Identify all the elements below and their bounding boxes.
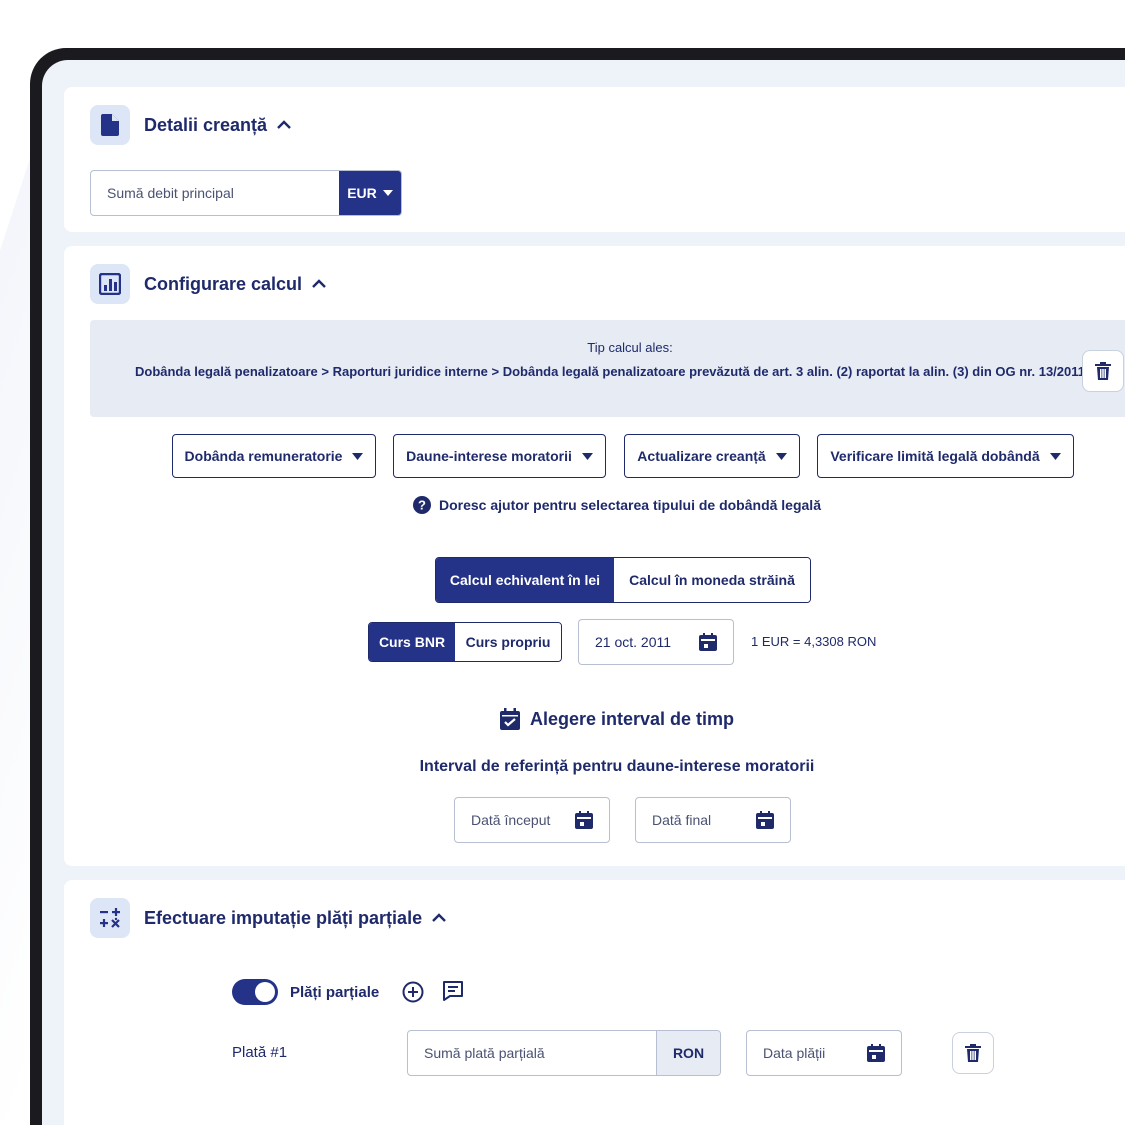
help-link[interactable]: ? Doresc ajutor pentru selectarea tipulu… [64,496,1125,514]
device-frame: Detalii creanță Sumă debit principal EUR… [30,48,1125,1125]
dropdown-remuneratory-interest[interactable]: Dobânda remuneratorie [172,434,376,478]
delete-payment-button[interactable] [952,1032,994,1074]
interval-title: Alegere interval de timp [64,708,1125,730]
calculator-icon [90,898,130,938]
dropdown-claim-update[interactable]: Actualizare creanță [624,434,800,478]
calc-config-title: Configurare calcul [144,273,303,294]
start-date-input[interactable]: Dată început [454,797,610,843]
exchange-rate-value: 1 EUR = 4,3308 RON [751,634,877,649]
partial-payments-toggle[interactable] [232,979,278,1005]
trash-icon [1095,362,1111,380]
toggle-knob [255,982,275,1002]
claim-details-title: Detalii creanță [144,114,268,135]
chevron-up-icon[interactable] [312,279,326,289]
partial-payments-header[interactable]: Efectuare imputație plăți parțiale [90,898,446,938]
calendar-icon [756,811,774,829]
comment-icon[interactable] [442,980,464,1007]
claim-details-header[interactable]: Detalii creanță [90,105,291,145]
help-icon: ? [413,496,431,514]
claim-details-card: Detalii creanță Sumă debit principal EUR [64,87,1125,232]
document-icon [90,105,130,145]
dropdown-label: Dobânda remuneratorie [184,448,343,464]
partial-payments-toggle-label: Plăți parțiale [290,984,380,1001]
calendar-icon [699,633,717,651]
calc-config-card: Configurare calcul Tip calcul ales: Dobâ… [64,246,1125,866]
partial-amount-placeholder: Sumă plată parțială [424,1045,545,1061]
rate-custom-option[interactable]: Curs propriu [455,623,561,661]
caret-down-icon [352,452,364,460]
currency-select[interactable]: EUR [339,171,401,215]
calc-foreign-option[interactable]: Calcul în moneda străină [614,558,810,602]
caret-down-icon [581,452,593,460]
interval-title-text: Alegere interval de timp [529,708,735,729]
end-date-placeholder: Dată final [652,812,712,828]
dropdown-legal-limit-check[interactable]: Verificare limită legală dobândă [817,434,1074,478]
end-date-input[interactable]: Dată final [635,797,791,843]
caret-down-icon [382,190,393,196]
currency-value: EUR [347,185,377,201]
calc-type-label: Tip calcul ales: [587,340,673,355]
dropdown-label: Daune-interese moratorii [406,448,572,464]
calc-mode-toggle: Calcul echivalent în lei Calcul în moned… [435,557,811,603]
chevron-up-icon[interactable] [432,913,446,923]
rate-bnr-option[interactable]: Curs BNR [369,623,455,661]
help-link-text: Doresc ajutor pentru selectarea tipului … [439,497,821,513]
delete-calc-type-button[interactable] [1082,350,1124,392]
dropdown-label: Verificare limită legală dobândă [830,448,1040,464]
partial-payments-card: Efectuare imputație plăți parțiale Plăți… [64,880,1125,1125]
calendar-icon [867,1044,885,1062]
principal-amount-input[interactable]: Sumă debit principal EUR [90,170,402,216]
svg-text:?: ? [418,498,426,513]
app-screen: Detalii creanță Sumă debit principal EUR… [42,60,1125,1125]
payment-date-input[interactable]: Data plății [746,1030,902,1076]
partial-payments-title: Efectuare imputație plăți parțiale [144,907,423,928]
calc-config-header[interactable]: Configurare calcul [90,264,326,304]
caret-down-icon [775,452,787,460]
calendar-icon [575,811,593,829]
calc-type-path: Dobânda legală penalizatoare > Raporturi… [134,364,1085,379]
rate-date-input[interactable]: 21 oct. 2011 [578,619,734,665]
payment-date-placeholder: Data plății [763,1045,826,1061]
caret-down-icon [1049,452,1061,460]
plus-circle-icon[interactable] [402,981,424,1008]
partial-currency[interactable]: RON [656,1031,720,1075]
interval-subtitle: Interval de referință pentru daune-inter… [419,758,815,775]
payment-row-label: Plată #1 [232,1044,288,1061]
calendar-check-icon [499,708,520,730]
rate-source-toggle: Curs BNR Curs propriu [368,622,562,662]
dropdown-label: Actualizare creanță [637,448,766,464]
chart-icon [90,264,130,304]
trash-icon [965,1044,981,1062]
dropdown-moratory-damages[interactable]: Daune-interese moratorii [393,434,606,478]
principal-amount-placeholder: Sumă debit principal [107,185,234,201]
calc-lei-option[interactable]: Calcul echivalent în lei [436,558,614,602]
partial-amount-input[interactable]: Sumă plată parțială RON [407,1030,721,1076]
chevron-up-icon[interactable] [277,120,291,130]
start-date-placeholder: Dată început [471,812,551,828]
selected-calc-type-panel: Tip calcul ales: Dobânda legală penaliza… [90,320,1125,417]
rate-date-value: 21 oct. 2011 [595,634,672,650]
